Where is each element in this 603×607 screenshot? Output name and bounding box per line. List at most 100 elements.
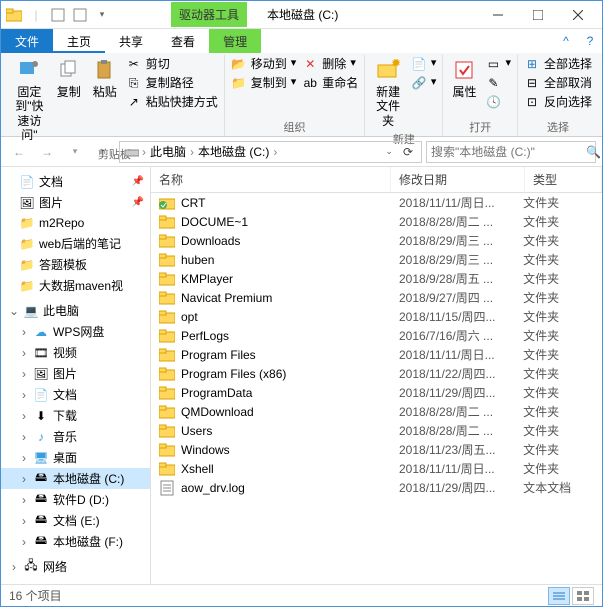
file-date: 2018/8/28/周二 ...	[399, 422, 523, 439]
help-button[interactable]: ?	[578, 29, 602, 53]
tab-manage[interactable]: 管理	[209, 29, 261, 53]
file-row[interactable]: Users2018/8/28/周二 ...文件夹	[151, 421, 602, 440]
nav-desktop[interactable]: ›🖥桌面	[1, 447, 150, 468]
copy-to-button[interactable]: 📁复制到 ▾	[229, 74, 299, 92]
history-button[interactable]: 🕓	[483, 93, 513, 111]
column-modified[interactable]: 修改日期	[391, 167, 525, 192]
edit-button[interactable]: ✎	[483, 74, 513, 92]
paste-button[interactable]: 粘贴	[88, 55, 122, 101]
nav-music[interactable]: ›♪音乐	[1, 426, 150, 447]
folder-icon	[159, 214, 175, 230]
file-row[interactable]: opt2018/11/15/周四...文件夹	[151, 307, 602, 326]
nav-downloads[interactable]: ›⬇下载	[1, 405, 150, 426]
chevron-right-icon[interactable]: ›	[273, 145, 277, 159]
breadcrumb[interactable]: › 此电脑 › 本地磁盘 (C:) › ⌄ ⟳	[119, 141, 422, 163]
tab-home[interactable]: 主页	[53, 29, 105, 53]
nav-drive-f[interactable]: ›🖴本地磁盘 (F:)	[1, 531, 150, 552]
nav-bigdata[interactable]: 📁大数据maven视	[1, 275, 150, 296]
nav-pictures2[interactable]: ›🖼图片	[1, 363, 150, 384]
nav-drive-c[interactable]: ›🖴本地磁盘 (C:)	[1, 468, 150, 489]
back-button[interactable]: ←	[7, 140, 31, 164]
file-row[interactable]: ProgramData2018/11/29/周四...文件夹	[151, 383, 602, 402]
close-button[interactable]	[558, 2, 598, 28]
file-row[interactable]: PerfLogs2016/7/16/周六 ...文件夹	[151, 326, 602, 345]
nav-pictures[interactable]: 🖼图片📌	[1, 192, 150, 213]
nav-network[interactable]: ›🖧网络	[1, 556, 150, 577]
easy-access-button[interactable]: 🔗▾	[409, 74, 439, 92]
tab-file[interactable]: 文件	[1, 29, 53, 53]
cut-button[interactable]: ✂剪切	[124, 55, 220, 73]
rename-button[interactable]: ab重命名	[300, 74, 360, 92]
checkbox-icon[interactable]	[71, 6, 89, 24]
pin-to-quick-access-button[interactable]: 固定到"快 速访问"	[9, 55, 50, 145]
chevron-right-icon[interactable]: ›	[190, 145, 194, 159]
folder-icon	[5, 6, 23, 24]
file-row[interactable]: Xshell2018/11/11/周日...文件夹	[151, 459, 602, 478]
new-folder-button[interactable]: ✹新建 文件夹	[369, 55, 407, 130]
nav-videos[interactable]: ›🎞视频	[1, 342, 150, 363]
quick-access-toolbar: | ▾	[5, 6, 111, 24]
expand-icon[interactable]: ⌄	[9, 304, 19, 318]
maximize-button[interactable]	[518, 2, 558, 28]
nav-templates[interactable]: 📁答题模板	[1, 254, 150, 275]
open-button[interactable]: ▭▾	[483, 55, 513, 73]
search-box[interactable]: 🔍	[426, 141, 596, 163]
file-name: Xshell	[181, 462, 214, 476]
select-all-button[interactable]: ⊞全部选择	[522, 55, 594, 73]
tab-share[interactable]: 共享	[105, 29, 157, 53]
column-type[interactable]: 类型	[525, 167, 602, 192]
nav-wps[interactable]: ›☁WPS网盘	[1, 321, 150, 342]
collapse-ribbon-button[interactable]: ^	[554, 29, 578, 53]
tab-view[interactable]: 查看	[157, 29, 209, 53]
refresh-button[interactable]: ⟳	[399, 145, 417, 159]
nav-documents[interactable]: 📄文档📌	[1, 171, 150, 192]
nav-web-notes[interactable]: 📁web后端的笔记	[1, 233, 150, 254]
breadcrumb-drive[interactable]: 本地磁盘 (C:)	[196, 143, 271, 160]
copy-button[interactable]: 复制	[52, 55, 86, 101]
checkbox-icon[interactable]	[49, 6, 67, 24]
file-row[interactable]: Navicat Premium2018/9/27/周四 ...文件夹	[151, 288, 602, 307]
file-row[interactable]: Program Files2018/11/11/周日...文件夹	[151, 345, 602, 364]
up-button[interactable]: ↑	[91, 140, 115, 164]
navigation-pane[interactable]: 📄文档📌 🖼图片📌 📁m2Repo 📁web后端的笔记 📁答题模板 📁大数据ma…	[1, 167, 151, 584]
details-view-button[interactable]	[548, 587, 570, 605]
file-date: 2018/8/28/周二 ...	[399, 213, 523, 230]
file-row[interactable]: Downloads2018/8/29/周三 ...文件夹	[151, 231, 602, 250]
delete-button[interactable]: ✕删除 ▾	[300, 55, 360, 73]
move-to-button[interactable]: 📂移动到 ▾	[229, 55, 299, 73]
properties-button[interactable]: 属性	[447, 55, 481, 101]
file-row[interactable]: Program Files (x86)2018/11/22/周四...文件夹	[151, 364, 602, 383]
file-row[interactable]: huben2018/8/29/周三 ...文件夹	[151, 250, 602, 269]
file-row[interactable]: CRT2018/11/11/周日...文件夹	[151, 193, 602, 212]
dropdown-icon[interactable]: ⌄	[381, 146, 397, 157]
copy-path-button[interactable]: ⎘复制路径	[124, 74, 220, 92]
invert-selection-button[interactable]: ⊡反向选择	[522, 93, 594, 111]
recent-locations-button[interactable]: ▾	[63, 140, 87, 164]
thumbnails-view-button[interactable]	[572, 587, 594, 605]
new-item-button[interactable]: 📄▾	[409, 55, 439, 73]
rename-icon: ab	[302, 75, 318, 91]
nav-drive-d[interactable]: ›🖴软件D (D:)	[1, 489, 150, 510]
dropdown-icon[interactable]: ▾	[93, 6, 111, 24]
minimize-button[interactable]	[478, 2, 518, 28]
chevron-right-icon[interactable]: ›	[142, 145, 146, 159]
nav-documents2[interactable]: ›📄文档	[1, 384, 150, 405]
nav-m2repo[interactable]: 📁m2Repo	[1, 213, 150, 233]
desktop-icon: 🖥	[33, 450, 49, 466]
select-none-button[interactable]: ⊟全部取消	[522, 74, 594, 92]
ribbon-tabs: 文件 主页 共享 查看 管理 ^ ?	[1, 29, 602, 53]
paste-shortcut-button[interactable]: ↗粘贴快捷方式	[124, 93, 220, 111]
file-row[interactable]: DOCUME~12018/8/28/周二 ...文件夹	[151, 212, 602, 231]
nav-drive-e[interactable]: ›🖴文档 (E:)	[1, 510, 150, 531]
search-input[interactable]	[431, 145, 586, 159]
column-name[interactable]: 名称	[151, 167, 391, 192]
file-row[interactable]: KMPlayer2018/9/28/周五 ...文件夹	[151, 269, 602, 288]
nav-this-pc[interactable]: ⌄💻此电脑	[1, 300, 150, 321]
breadcrumb-this-pc[interactable]: 此电脑	[148, 143, 188, 160]
folder-icon: 📁	[19, 278, 35, 294]
file-row[interactable]: Windows2018/11/23/周五...文件夹	[151, 440, 602, 459]
forward-button[interactable]: →	[35, 140, 59, 164]
file-row[interactable]: aow_drv.log2018/11/29/周四...文本文档	[151, 478, 602, 497]
file-list[interactable]: 名称 修改日期 类型 CRT2018/11/11/周日...文件夹DOCUME~…	[151, 167, 602, 584]
file-row[interactable]: QMDownload2018/8/28/周二 ...文件夹	[151, 402, 602, 421]
